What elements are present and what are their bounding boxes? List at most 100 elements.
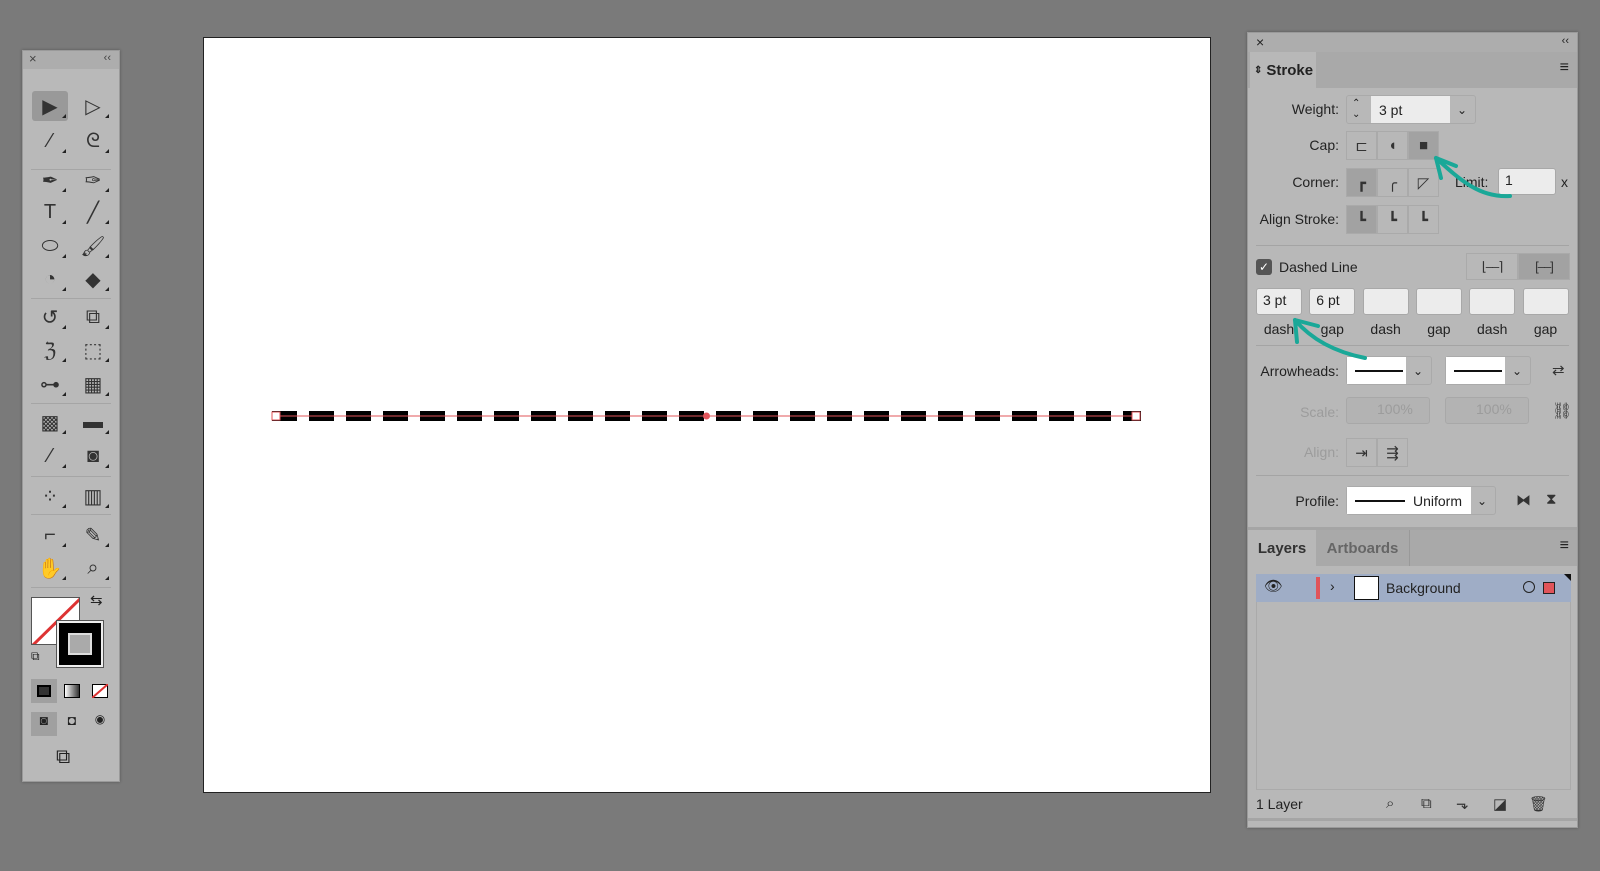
start-scale-input[interactable]: 100% xyxy=(1346,397,1430,424)
weight-value: 3 pt xyxy=(1379,101,1403,118)
gap-input[interactable] xyxy=(1522,288,1569,315)
weight-stepper[interactable]: ⌃ ⌄ xyxy=(1352,98,1360,120)
type-tool-icon[interactable]: T xyxy=(32,197,68,227)
close-icon[interactable]: × xyxy=(1256,34,1264,50)
target-circle-icon[interactable] xyxy=(1523,581,1535,593)
end-arrowhead-dropdown[interactable]: ⌄ xyxy=(1445,356,1531,385)
panel-menu-icon[interactable]: ≡ xyxy=(1560,537,1569,555)
weight-dropdown[interactable]: ⌄ xyxy=(1449,96,1475,123)
dash-input[interactable] xyxy=(1362,288,1409,315)
arrow-place-button[interactable]: ⇶ xyxy=(1377,438,1408,467)
mesh-tool-icon[interactable]: ▩ xyxy=(32,407,68,437)
selection-indicator[interactable] xyxy=(1543,582,1555,594)
draw-behind-icon[interactable]: ◘ xyxy=(59,712,85,736)
artboard-tool-icon[interactable]: ⌐ xyxy=(32,520,68,550)
blend-tool-icon[interactable]: ◙ xyxy=(75,441,111,471)
make-clipping-mask-icon[interactable]: ⧉ xyxy=(1421,795,1432,812)
perspective-grid-tool-icon[interactable]: ▦ xyxy=(75,369,111,399)
gradient-mode-button[interactable] xyxy=(59,679,85,703)
symbol-sprayer-tool-icon[interactable]: ⁘ xyxy=(32,481,68,511)
rotate-tool-icon[interactable]: ↺ xyxy=(32,302,68,332)
arrowheads-label: Arrowheads: xyxy=(1260,363,1339,379)
collapse-icon[interactable]: ‹‹ xyxy=(1562,35,1569,47)
tab-artboards[interactable]: Artboards xyxy=(1316,530,1410,566)
profile-dropdown[interactable]: Uniform ⌄ xyxy=(1346,486,1496,515)
projecting-cap-button[interactable]: ■ xyxy=(1408,131,1439,160)
align-center-button[interactable]: ┗ xyxy=(1346,205,1377,234)
dashed-path[interactable] xyxy=(204,38,1212,794)
flip-along-icon[interactable]: ⧓ xyxy=(1516,491,1531,509)
dashed-line-checkbox[interactable]: ✓ xyxy=(1256,259,1272,275)
line-segment-tool-icon[interactable]: ╱ xyxy=(75,197,111,227)
slice-tool-icon[interactable]: ✎ xyxy=(75,520,111,550)
round-join-button[interactable]: ╭ xyxy=(1377,168,1408,197)
default-colors-icon[interactable]: ⧉ xyxy=(31,649,40,664)
align-dashes-corners-button[interactable]: [‒‒] xyxy=(1518,253,1570,280)
butt-cap-button[interactable]: ⊏ xyxy=(1346,131,1377,160)
align-stroke-label: Align Stroke: xyxy=(1259,211,1339,227)
warp-tool-icon[interactable]: ℨ xyxy=(32,335,68,365)
weight-input[interactable]: 3 pt xyxy=(1371,96,1450,123)
preserve-dash-lengths-button[interactable]: ⌊‒‒⌉ xyxy=(1466,253,1518,280)
draw-normal-icon[interactable]: ◙ xyxy=(31,712,57,736)
dash-label: dash xyxy=(1263,321,1295,337)
panel-menu-icon[interactable]: ≡ xyxy=(1560,59,1569,77)
artboard[interactable] xyxy=(203,37,1211,793)
layer-row[interactable]: 👁 › Background xyxy=(1256,574,1571,602)
anchor-point-start[interactable] xyxy=(271,411,281,421)
search-icon[interactable]: ⌕ xyxy=(1386,795,1394,812)
delete-trash-icon[interactable]: 🗑 xyxy=(1529,795,1548,813)
link-scale-icon[interactable]: ⛓ xyxy=(1552,401,1572,421)
selection-tool-icon[interactable]: ▶ xyxy=(32,91,68,121)
collapse-icon[interactable]: ‹‹ xyxy=(104,52,111,64)
magic-wand-tool-icon[interactable]: ⁄ xyxy=(32,126,68,156)
zoom-tool-icon[interactable]: ⌕ xyxy=(75,553,111,583)
bevel-join-button[interactable]: ◸ xyxy=(1408,168,1439,197)
end-scale-input[interactable]: 100% xyxy=(1445,397,1529,424)
gap-input[interactable]: 6 pt xyxy=(1309,288,1356,315)
scale-tool-icon[interactable]: ⧉ xyxy=(75,302,111,332)
free-transform-tool-icon[interactable]: ⬚ xyxy=(75,335,111,365)
swap-arrowheads-icon[interactable]: ⇄ xyxy=(1552,361,1565,379)
dash-input[interactable] xyxy=(1469,288,1516,315)
direct-selection-tool-icon[interactable]: ▷ xyxy=(75,91,111,121)
draw-inside-icon[interactable]: ◉ xyxy=(87,712,113,736)
paintbrush-tool-icon[interactable]: 🖌 xyxy=(75,231,111,261)
align-inside-button[interactable]: ┗ xyxy=(1377,205,1408,234)
layer-name[interactable]: Background xyxy=(1386,580,1461,596)
tab-stroke[interactable]: ⇕ Stroke xyxy=(1250,52,1316,89)
visibility-eye-icon[interactable]: 👁 xyxy=(1264,577,1283,595)
dash-input[interactable]: 3 pt xyxy=(1256,288,1302,315)
shape-builder-tool-icon[interactable]: ⊶ xyxy=(32,369,68,399)
resize-grip[interactable] xyxy=(1248,818,1577,821)
new-layer-icon[interactable]: ◪ xyxy=(1493,795,1507,813)
align-outside-button[interactable]: ┗ xyxy=(1408,205,1439,234)
expand-chevron-icon[interactable]: › xyxy=(1330,578,1335,594)
eraser-tool-icon[interactable]: ◆ xyxy=(75,264,111,294)
none-mode-button[interactable] xyxy=(87,679,113,703)
screen-mode-icon[interactable]: ⧉ xyxy=(56,746,70,769)
gradient-tool-icon[interactable]: ▬ xyxy=(75,407,111,437)
gap-input[interactable] xyxy=(1415,288,1462,315)
round-cap-button[interactable]: ◖ xyxy=(1377,131,1408,160)
column-graph-tool-icon[interactable]: ▥ xyxy=(75,481,111,511)
tab-layers[interactable]: Layers xyxy=(1248,530,1316,566)
stroke-swatch[interactable] xyxy=(56,620,104,668)
color-mode-button[interactable] xyxy=(31,679,57,703)
eyedropper-tool-icon[interactable]: ⁄ xyxy=(32,441,68,471)
hand-tool-icon[interactable]: ✋ xyxy=(32,553,68,583)
lasso-tool-icon[interactable]: ᘓ xyxy=(75,126,111,156)
start-arrowhead-dropdown[interactable]: ⌄ xyxy=(1346,356,1432,385)
anchor-point-end[interactable] xyxy=(1131,411,1141,421)
close-icon[interactable]: × xyxy=(29,51,37,66)
new-sublayer-icon[interactable]: ⬎ xyxy=(1456,795,1469,813)
arrow-extend-button[interactable]: ⇥ xyxy=(1346,438,1377,467)
swap-fill-stroke-icon[interactable]: ⇆ xyxy=(90,591,103,609)
miter-join-button[interactable]: ┏ xyxy=(1346,168,1377,197)
dash-label: dash xyxy=(1477,321,1508,337)
flip-across-icon[interactable]: ⧗ xyxy=(1546,491,1557,508)
shaper-tool-icon[interactable]: ◔ xyxy=(32,264,68,294)
limit-input[interactable]: 1 xyxy=(1498,168,1556,195)
profile-value: Uniform xyxy=(1413,492,1463,509)
ellipse-tool-icon[interactable]: ⬭ xyxy=(32,231,68,261)
